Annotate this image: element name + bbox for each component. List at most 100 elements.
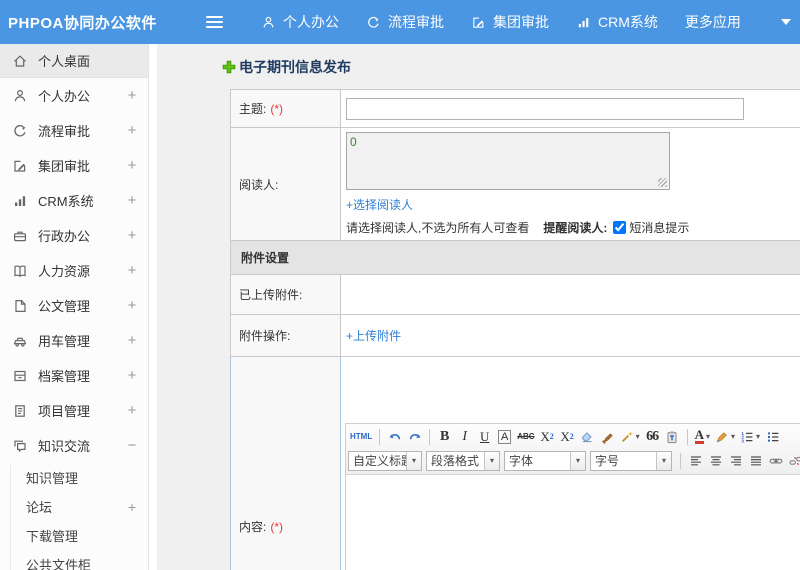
process-icon bbox=[12, 123, 28, 139]
sidebar-item-crm-system[interactable]: CRM系统 + bbox=[0, 183, 148, 218]
superscript-button[interactable]: X2 bbox=[538, 427, 557, 447]
align-left-icon[interactable] bbox=[686, 451, 705, 471]
sidebar-item-vehicle-management[interactable]: 用车管理 + bbox=[0, 323, 148, 358]
sidebar-item-personal-office[interactable]: 个人办公 + bbox=[0, 78, 148, 113]
app-title: PHPOA协同办公软件 bbox=[8, 14, 157, 32]
select-readers-link[interactable]: +选择阅读人 bbox=[346, 198, 413, 212]
align-right-icon[interactable] bbox=[726, 451, 745, 471]
sidebar-item-workflow-approval[interactable]: 流程审批 + bbox=[0, 113, 148, 148]
expand-toggle[interactable]: + bbox=[126, 87, 138, 104]
uploaded-attachments-value bbox=[340, 274, 800, 315]
sidebar-item-project-management[interactable]: 项目管理 + bbox=[0, 393, 148, 428]
expand-toggle[interactable]: + bbox=[126, 227, 138, 244]
expand-toggle[interactable]: + bbox=[126, 157, 138, 174]
auto-typeset-icon[interactable]: ▾ bbox=[618, 427, 642, 447]
toolbar-separator bbox=[680, 452, 681, 469]
sidebar-item-personal-desktop[interactable]: 个人桌面 bbox=[0, 44, 148, 78]
italic-button[interactable]: I bbox=[455, 427, 474, 447]
justify-icon[interactable] bbox=[746, 451, 765, 471]
link-icon[interactable] bbox=[766, 451, 785, 471]
subject-value-cell bbox=[340, 89, 800, 128]
expand-toggle[interactable]: + bbox=[126, 499, 138, 515]
sidebar-item-administrative-office[interactable]: 行政办公 + bbox=[0, 218, 148, 253]
project-icon bbox=[12, 403, 28, 419]
expand-toggle[interactable]: + bbox=[126, 262, 138, 279]
expand-toggle[interactable]: + bbox=[126, 367, 138, 384]
undo-icon[interactable] bbox=[385, 427, 404, 447]
underline-button[interactable]: U bbox=[475, 427, 494, 447]
sidebar-item-document-management[interactable]: 公文管理 + bbox=[0, 288, 148, 323]
sidebar-subitem-forum[interactable]: 论坛 + bbox=[0, 492, 148, 521]
sidebar-item-human-resources[interactable]: 人力资源 + bbox=[0, 253, 148, 288]
content-editor-cell: HTML B I U A ABC X 2 X 2 ▾ 66 A ▾ ▾ ▾ 自定… bbox=[340, 356, 800, 570]
redo-icon[interactable] bbox=[405, 427, 424, 447]
collapse-toggle[interactable]: − bbox=[126, 437, 138, 454]
expand-toggle[interactable]: + bbox=[126, 402, 138, 419]
source-code-button[interactable]: HTML bbox=[348, 427, 374, 447]
toolbar-separator bbox=[686, 428, 688, 445]
heading-select[interactable]: 自定义标题▾ bbox=[348, 450, 422, 471]
sidebar-item-label: 用车管理 bbox=[38, 334, 91, 349]
readers-textarea[interactable]: 0 bbox=[346, 132, 670, 190]
uploaded-attachments-row: 已上传附件: bbox=[230, 274, 800, 315]
sidebar-item-knowledge-exchange[interactable]: 知识交流 − bbox=[0, 428, 148, 463]
expand-toggle[interactable]: + bbox=[126, 192, 138, 209]
expand-toggle[interactable]: + bbox=[126, 332, 138, 349]
caret-down-icon[interactable] bbox=[780, 19, 791, 25]
subscript-button[interactable]: X2 bbox=[558, 427, 577, 447]
editor-content-area[interactable] bbox=[346, 474, 800, 570]
strikethrough-button[interactable]: ABC bbox=[515, 427, 536, 447]
sidebar-subitem-public-file-cabinet[interactable]: 公共文件柜 bbox=[0, 550, 148, 570]
sidebar-subitem-download-management[interactable]: 下载管理 bbox=[0, 521, 148, 550]
app-window: PHPOA协同办公软件 个人办公 流程审批 集团审批 CRM系统 更多应用 个人… bbox=[0, 0, 800, 570]
sidebar-subitem-knowledge-management[interactable]: 知识管理 bbox=[0, 463, 148, 492]
nav-label: CRM系统 bbox=[598, 14, 658, 30]
upload-attachment-link[interactable]: +上传附件 bbox=[346, 329, 401, 343]
edit-icon bbox=[471, 15, 486, 30]
expand-toggle[interactable]: + bbox=[126, 297, 138, 314]
add-icon bbox=[222, 60, 236, 74]
content-panel: 电子期刊信息发布 主题: (*) 阅读人: 0 +选择阅读人 请选择阅读人,不选… bbox=[157, 44, 800, 570]
font-family-select[interactable]: 字体 ▾ bbox=[504, 450, 586, 471]
blockquote-button[interactable]: 66 bbox=[643, 427, 662, 447]
attachment-op-value: +上传附件 bbox=[340, 314, 800, 357]
font-size-select[interactable]: 字号 ▾ bbox=[590, 450, 672, 471]
font-color-button[interactable]: A ▾ bbox=[693, 427, 712, 447]
page-title-row: 电子期刊信息发布 bbox=[222, 58, 800, 76]
expand-toggle[interactable]: + bbox=[126, 122, 138, 139]
sidebar-subitem-label: 论坛 bbox=[26, 500, 53, 515]
ordered-list-icon[interactable]: ▾ bbox=[738, 427, 762, 447]
archive-icon bbox=[12, 368, 28, 384]
unordered-list-icon[interactable] bbox=[763, 427, 782, 447]
sms-notify-checkbox[interactable] bbox=[613, 221, 627, 234]
nav-crm-system[interactable]: CRM系统 bbox=[576, 12, 658, 32]
sidebar-item-group-approval[interactable]: 集团审批 + bbox=[0, 148, 148, 183]
chevron-down-icon: ▾ bbox=[570, 451, 585, 470]
paragraph-format-select[interactable]: 段落格式 ▾ bbox=[426, 450, 500, 471]
bold-button[interactable]: B bbox=[435, 427, 454, 447]
format-painter-icon[interactable] bbox=[598, 427, 617, 447]
chevron-down-icon: ▾ bbox=[484, 451, 499, 470]
nav-group-approval[interactable]: 集团审批 bbox=[471, 12, 549, 32]
sidebar-item-label: 人力资源 bbox=[38, 264, 91, 279]
edit-icon bbox=[12, 158, 28, 174]
sidebar-subitem-label: 公共文件柜 bbox=[26, 558, 92, 570]
eraser-icon[interactable] bbox=[578, 427, 597, 447]
home-icon bbox=[12, 53, 28, 69]
paste-text-icon[interactable] bbox=[663, 427, 682, 447]
briefcase-icon bbox=[12, 228, 28, 244]
nav-personal-office[interactable]: 个人办公 bbox=[261, 12, 339, 32]
sidebar-item-archive-management[interactable]: 档案管理 + bbox=[0, 358, 148, 393]
sidebar-item-label: 档案管理 bbox=[38, 369, 91, 384]
nav-more-apps[interactable]: 更多应用 bbox=[685, 12, 741, 32]
sidebar-item-label: 公文管理 bbox=[38, 299, 91, 314]
menu-icon[interactable] bbox=[206, 15, 223, 29]
required-mark: (*) bbox=[270, 520, 284, 534]
nav-workflow-approval[interactable]: 流程审批 bbox=[366, 12, 444, 32]
align-center-icon[interactable] bbox=[706, 451, 725, 471]
subject-input[interactable] bbox=[346, 97, 744, 120]
font-border-button[interactable]: A bbox=[495, 427, 514, 447]
highlight-icon[interactable]: ▾ bbox=[713, 427, 737, 447]
sidebar-submenu: 知识管理 论坛 + 下载管理 公共文件柜 bbox=[0, 463, 148, 570]
unlink-icon[interactable] bbox=[786, 451, 800, 471]
